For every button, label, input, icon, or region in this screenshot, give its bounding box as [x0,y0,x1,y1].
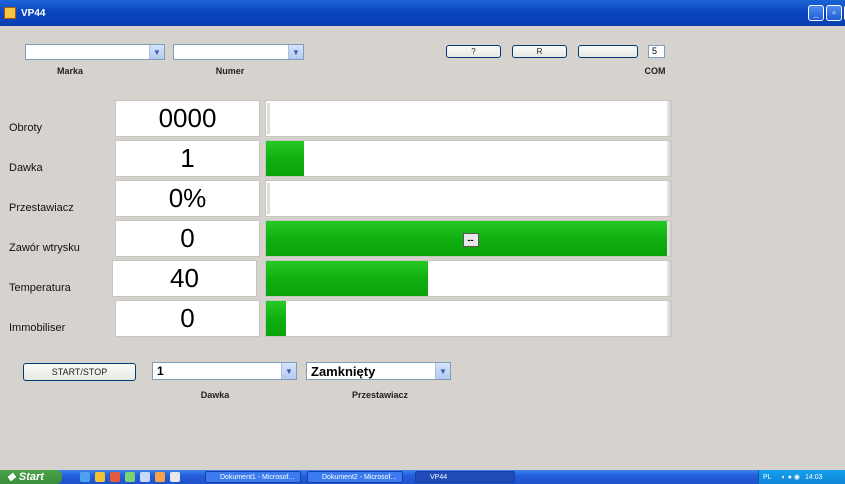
temperatura-progress-fill [266,261,428,296]
chevron-down-icon[interactable]: ▼ [149,45,164,59]
language-indicator[interactable]: PL [763,474,772,481]
folder-icon[interactable] [95,472,105,482]
media-icon[interactable] [125,472,135,482]
chevron-down-icon[interactable]: ▼ [288,45,303,59]
taskbar-item-vp44[interactable]: VP44 [415,471,515,483]
dawka-progress-fill [266,141,304,176]
chevron-down-icon[interactable]: ▼ [281,363,296,379]
windows-logo-icon: ❖ [6,471,16,484]
start-label: Start [18,471,44,483]
start-button[interactable]: ❖ Start [0,470,62,484]
app-icon [4,7,16,19]
obroty-progress-bar [265,100,672,137]
zawor-wtrysku-label: Zawór wtrysku [9,242,80,254]
dawka-value: 1 [115,140,260,177]
dawka-caption: Dawka [200,390,230,400]
zawor-wtrysku-progress-bar: -- [265,220,672,257]
przestawiacz-caption: Przestawiacz [351,390,409,400]
main-panel: ▼ Marka ▼ Numer ? R 5 COM Obroty 0000 Dawk… [0,26,845,470]
browser-icon[interactable] [80,472,90,482]
przestawiacz-value: 0% [115,180,260,217]
title-bar[interactable]: VP44 _ ▫ [0,0,845,26]
marka-combobox[interactable]: ▼ [25,44,165,60]
immobiliser-value: 0 [115,300,260,337]
temperatura-label: Temperatura [9,282,71,294]
temperatura-progress-bar [265,260,672,297]
immobiliser-progress-bar [265,300,672,337]
taskbar: ❖ Start Dokument1 - Microsof... Dokument… [0,470,845,484]
start-stop-button[interactable]: START/STOP [23,363,136,381]
taskbar-item-dokument2[interactable]: Dokument2 - Microsof... [307,471,403,483]
app-launcher-icon[interactable] [140,472,150,482]
obroty-label: Obroty [9,122,43,134]
chevron-down-icon[interactable]: ▼ [435,363,450,379]
dawka-progress-bar [265,140,672,177]
r-button[interactable]: R [512,45,567,58]
dawka-label: Dawka [9,162,43,174]
przestawiacz-progress-bar [265,180,672,217]
immobiliser-label: Immobiliser [9,322,66,334]
zawor-wtrysku-value: 0 [115,220,260,257]
clock: 14:03 [805,473,823,481]
progress-track-tick [267,183,270,214]
window-title: VP44 [21,8,46,19]
marka-caption: Marka [56,66,83,76]
system-tray: PL ◐ ● ◉ 14:03 [758,470,845,484]
help-button[interactable]: ? [446,45,501,58]
taskbar-item-dokument1[interactable]: Dokument1 - Microsof... [205,471,301,483]
temperatura-value: 40 [112,260,257,297]
blank-button[interactable] [578,45,638,58]
numer-combobox[interactable]: ▼ [173,44,304,60]
dawka-combobox[interactable]: 1 ▼ [152,362,297,380]
obroty-value: 0000 [115,100,260,137]
com-port-field[interactable]: 5 [648,45,665,58]
immobiliser-progress-fill [266,301,286,336]
app-launcher-icon[interactable] [155,472,165,482]
com-caption: COM [644,66,666,76]
przestawiacz-label: Przestawiacz [9,202,74,214]
app-launcher-icon[interactable] [170,472,180,482]
tray-icons[interactable]: ◐ ● ◉ [782,473,800,481]
maximize-button[interactable]: ▫ [826,5,842,21]
minimize-button[interactable]: _ [808,5,824,21]
przestawiacz-combobox[interactable]: Zamknięty ▼ [306,362,451,380]
numer-caption: Numer [215,66,245,76]
zawor-wtrysku-center-marker: -- [462,232,479,247]
app-launcher-icon[interactable] [110,472,120,482]
progress-track-tick [267,103,270,134]
